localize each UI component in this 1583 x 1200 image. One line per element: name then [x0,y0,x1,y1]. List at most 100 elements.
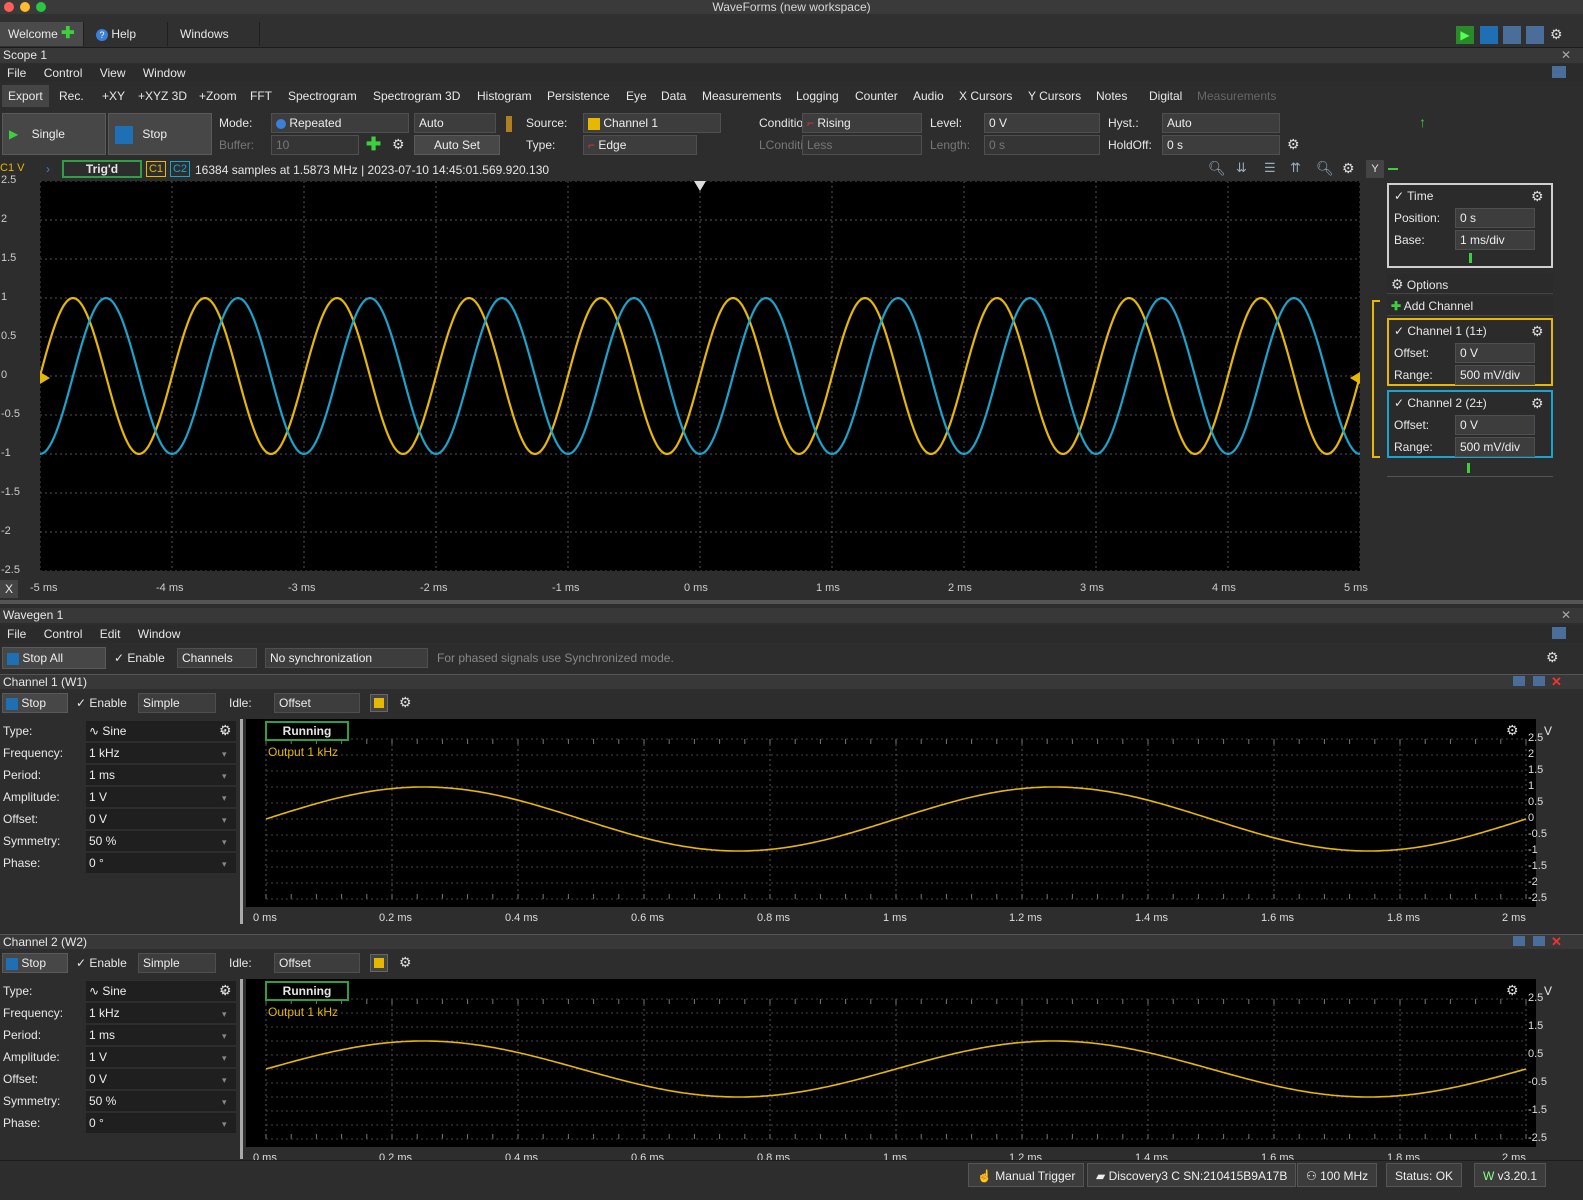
channel1-header[interactable]: ✓ Channel 1 (1±) ⚙ [1389,320,1551,342]
length-field[interactable]: 0 s [984,135,1100,155]
manual-trigger-button[interactable]: ☝ Manual Trigger [968,1163,1085,1187]
view-y-cursors[interactable]: Y Cursors [1028,85,1081,107]
wg-ch1-offset-field[interactable]: 0 V [86,809,236,829]
wg-ch1-type-gear-icon[interactable]: ⚙ [219,722,232,739]
wg-ch2-period-field[interactable]: 1 ms [86,1025,236,1045]
wg-ch1-frequency-field[interactable]: 1 kHz [86,743,236,763]
wg-ch1-color-button[interactable] [370,694,388,712]
wg-ch1-splitter[interactable] [240,719,243,924]
wg-ch2-amplitude-dropdown-icon[interactable]: ▾ [222,1053,227,1064]
level-field[interactable]: 0 V [984,113,1100,133]
cascade-windows-icon[interactable] [1503,26,1521,44]
zoom-in-icon[interactable]: 🔍︎ [1208,160,1226,177]
holdoff-field[interactable]: 0 s [1162,135,1280,155]
frequency-button[interactable]: ⚇ 100 MHz [1297,1163,1378,1187]
time-gear-icon[interactable]: ⚙ [1531,185,1544,207]
wg-ch2-stop-button[interactable]: Stop [2,953,68,973]
trigger-level-marker-icon[interactable] [1350,372,1360,384]
view-spectrogram[interactable]: Spectrogram [288,85,357,107]
wg-ch1-amplitude-dropdown-icon[interactable]: ▾ [222,793,227,804]
view-measurements[interactable]: Measurements [702,85,781,107]
device-button[interactable]: ▰ Discovery3 C SN:210415B9A17B [1087,1163,1297,1187]
tab-help[interactable]: ? Help [88,22,168,46]
collapse-panel-icon[interactable] [1388,168,1398,170]
view-xy[interactable]: +XY [102,85,125,107]
wg-ch1-symmetry-field[interactable]: 50 % [86,831,236,851]
wg-ch2-mode-select[interactable]: Simple [138,953,216,973]
view-audio[interactable]: Audio [913,85,944,107]
section-splitter[interactable] [0,600,1583,604]
wg-ch2-frequency-field[interactable]: 1 kHz [86,1003,236,1023]
ch2-range-field[interactable]: 500 mV/div [1455,437,1535,457]
channel2-header[interactable]: ✓ Channel 2 (2±) ⚙ [1389,392,1551,414]
wg-ch2-symmetry-dropdown-icon[interactable]: ▾ [222,1097,227,1108]
wg-ch1-close-icon[interactable]: ✕ [1551,674,1562,690]
wg-ch2-symmetry-field[interactable]: 50 % [86,1091,236,1111]
wg-ch1-phase-field[interactable]: 0 ° [86,853,236,873]
trigger-arrow-icon[interactable]: ↑ [1419,114,1426,130]
wg-ch2-period-dropdown-icon[interactable]: ▾ [222,1031,227,1042]
wg-ch2-splitter[interactable] [240,979,243,1159]
view-eye[interactable]: Eye [626,85,647,107]
auto-set-button[interactable]: Auto Set [414,135,500,155]
trigger-settings-gear-icon[interactable]: ⚙ [1287,136,1300,153]
scope-close-icon[interactable]: ✕ [1561,48,1571,62]
wg-ch2-type-field[interactable]: ∿ Sine [86,981,236,1001]
settings-gear-icon[interactable]: ⚙ [1550,26,1563,43]
wg-ch1-mode-select[interactable]: Simple [138,693,216,713]
wg-ch1-type-field[interactable]: ∿ Sine [86,721,236,741]
scope-menu-control[interactable]: Control [44,66,83,80]
wg-ch2-color-button[interactable] [370,954,388,972]
wavegen-enable-checkbox[interactable]: ✓ Enable [114,648,165,668]
view-histogram[interactable]: Histogram [477,85,532,107]
wg-ch2-frequency-dropdown-icon[interactable]: ▾ [222,1009,227,1020]
tile-windows-icon[interactable] [1526,26,1544,44]
ch1-range-field[interactable]: 500 mV/div [1455,365,1535,385]
view-zoom[interactable]: +Zoom [199,85,237,107]
wavegen-close-icon[interactable]: ✕ [1561,608,1571,622]
auto-select[interactable]: Auto [414,113,496,133]
close-window-icon[interactable] [4,2,14,12]
wg-ch2-offset-dropdown-icon[interactable]: ▾ [222,1075,227,1086]
add-channel-row[interactable]: ✚ Add Channel [1387,296,1553,316]
wg-ch1-restore-icon[interactable] [1513,676,1525,686]
channel2-gear-icon[interactable]: ⚙ [1531,392,1544,414]
view-logging[interactable]: Logging [796,85,839,107]
wg-ch1-plot-area[interactable] [246,719,1536,907]
wg-ch1-settings-gear-icon[interactable]: ⚙ [399,694,412,711]
stop-button[interactable]: Stop [108,113,212,155]
add-buffer-icon[interactable]: ✚ [366,134,381,155]
x-axis-button[interactable]: X [0,580,18,598]
c2-badge[interactable]: C2 [170,161,190,177]
wg-ch2-close-icon[interactable]: ✕ [1551,934,1562,950]
wg-ch2-settings-gear-icon[interactable]: ⚙ [399,954,412,971]
ch2-offset-field[interactable]: 0 V [1455,415,1535,435]
minimize-window-icon[interactable] [20,2,30,12]
wg-ch2-type-gear-icon[interactable]: ⚙ [219,982,232,999]
acq-settings-gear-icon[interactable]: ⚙ [392,136,405,153]
plot-settings-gear-icon[interactable]: ⚙ [1342,160,1355,177]
wg-ch2-maximize-icon[interactable] [1533,936,1545,946]
view-counter[interactable]: Counter [855,85,898,107]
wg-ch2-phase-field[interactable]: 0 ° [86,1113,236,1133]
stop-all-icon[interactable] [1480,26,1498,44]
wg-ch1-plot-gear-icon[interactable]: ⚙ [1506,722,1519,739]
view-fft[interactable]: FFT [250,85,272,107]
wavegen-menu-file[interactable]: File [7,627,26,641]
lcondition-select[interactable]: Less [802,135,922,155]
align-top-icon[interactable]: ⇈ [1290,160,1301,176]
tab-welcome[interactable]: Welcome ✚ [0,22,84,46]
wg-ch1-idle-select[interactable]: Offset [274,693,360,713]
wavegen-menu-control[interactable]: Control [44,627,83,641]
y-axis-button[interactable]: Y [1366,160,1384,178]
wavegen-menu-edit[interactable]: Edit [100,627,121,641]
wg-ch2-enable-checkbox[interactable]: ✓ Enable [76,953,127,973]
channel-slider-icon[interactable] [1467,463,1470,473]
align-bottom-icon[interactable]: ⇊ [1236,160,1247,176]
wg-ch1-maximize-icon[interactable] [1533,676,1545,686]
sync-select[interactable]: No synchronization [265,648,428,668]
time-slider-icon[interactable] [1469,253,1472,263]
hyst-select[interactable]: Auto [1162,113,1280,133]
run-all-icon[interactable]: ▶ [1456,26,1474,44]
scope-plot-area[interactable] [38,180,1362,572]
